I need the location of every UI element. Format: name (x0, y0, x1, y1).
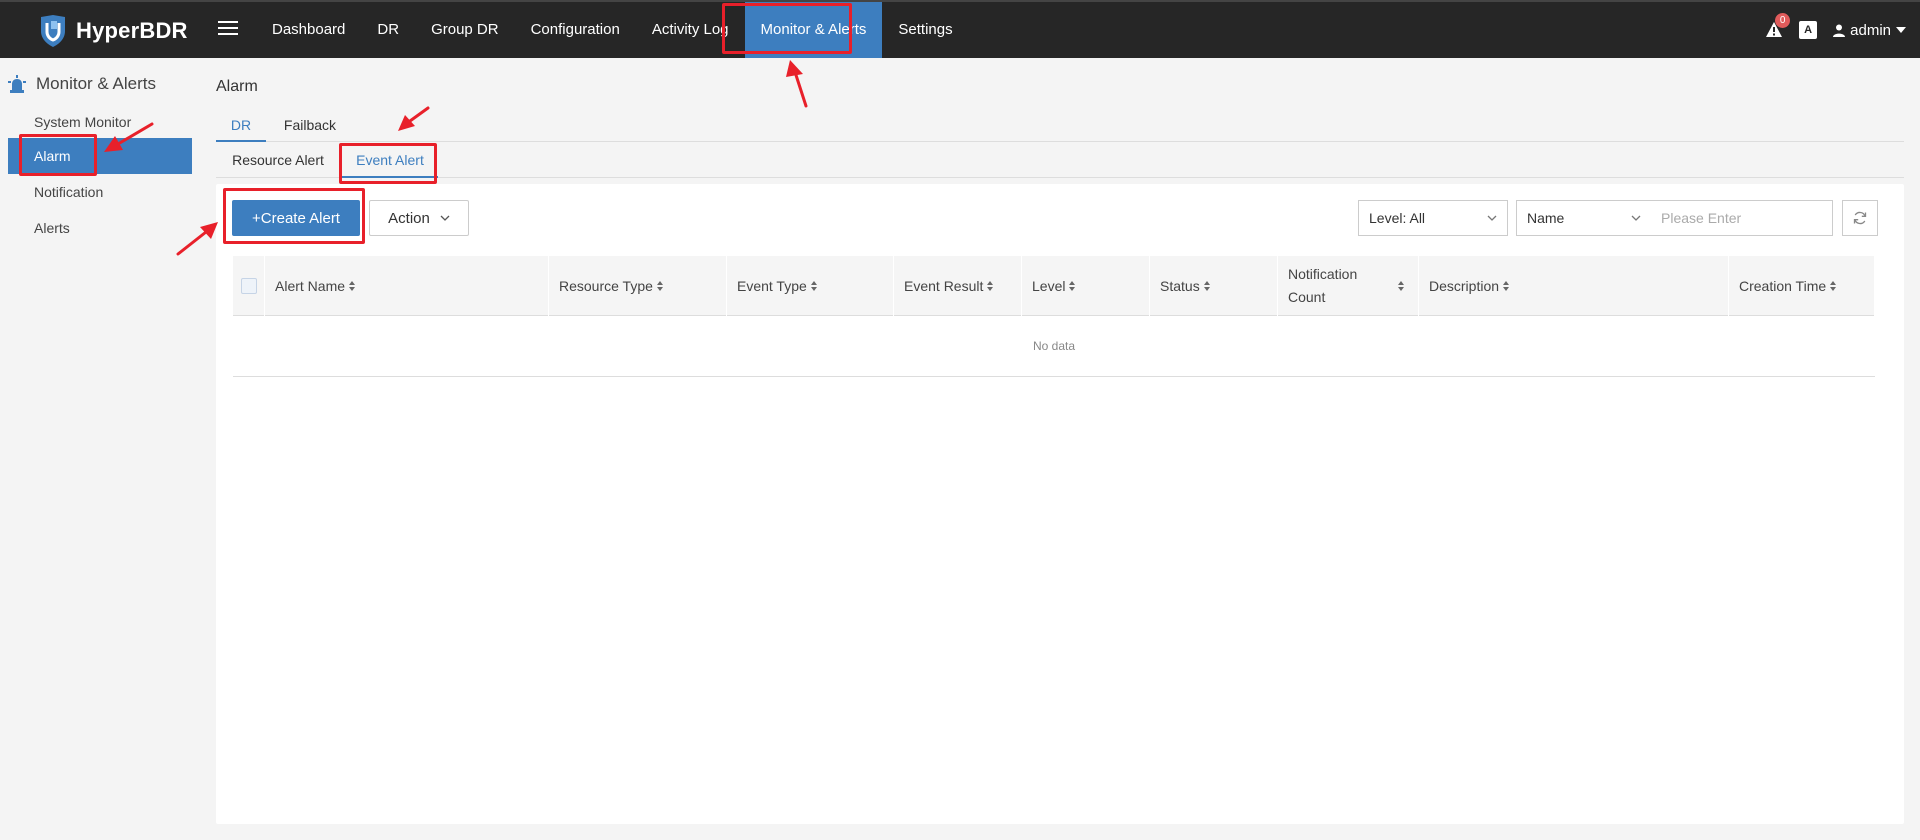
language-icon[interactable]: A (1799, 21, 1818, 39)
sort-icon (810, 281, 817, 291)
sidebar-item-alarm[interactable]: Alarm (8, 138, 192, 174)
tab-event-alert[interactable]: Event Alert (342, 148, 438, 178)
column-label: Event Result (904, 277, 984, 294)
column-level[interactable]: Level (1022, 256, 1150, 316)
level-filter-select[interactable]: Level: All (1358, 200, 1508, 236)
refresh-button[interactable] (1842, 200, 1878, 236)
sort-icon (1398, 281, 1404, 291)
user-icon (1833, 24, 1846, 37)
column-notification-count[interactable]: Notification Count (1278, 256, 1419, 316)
column-description[interactable]: Description (1419, 256, 1729, 316)
column-event-result[interactable]: Event Result (894, 256, 1022, 316)
refresh-icon (1853, 211, 1867, 225)
tab-failback[interactable]: Failback (274, 114, 346, 142)
sidebar: Monitor & Alerts System Monitor Alarm No… (0, 58, 200, 840)
sort-icon (1503, 281, 1510, 291)
page-title: Alarm (216, 78, 258, 95)
column-resource-type[interactable]: Resource Type (549, 256, 727, 316)
column-alert-name[interactable]: Alert Name (265, 256, 549, 316)
sort-icon (987, 281, 994, 291)
alert-bell[interactable]: 0 (1765, 13, 1791, 39)
column-label: Status (1160, 277, 1200, 294)
sort-icon (656, 281, 663, 291)
column-label: Notification Count (1288, 266, 1358, 305)
app-name: HyperBDR (76, 18, 188, 43)
search-field-value: Name (1527, 210, 1565, 226)
column-label: Level (1032, 277, 1066, 294)
chevron-down-icon (1631, 215, 1641, 221)
tab-dr[interactable]: DR (216, 114, 266, 142)
level-filter-value: Level: All (1369, 210, 1426, 226)
caret-down-icon (1896, 27, 1906, 33)
alert-count-badge: 0 (1775, 13, 1791, 28)
action-label: Action (388, 209, 430, 227)
column-event-type[interactable]: Event Type (727, 256, 894, 316)
content-panel: +Create Alert Action Level: All Name Ale… (216, 184, 1904, 824)
sidebar-item-system-monitor[interactable]: System Monitor (8, 104, 192, 140)
alerts-table: Alert Name Resource Type Event Type Even… (233, 256, 1875, 377)
primary-tabs: DR Failback (216, 114, 1904, 142)
column-label: Resource Type (559, 277, 653, 294)
top-navigation-bar: HyperBDR Dashboard DR Group DR Configura… (0, 0, 1920, 58)
nav-activity-log[interactable]: Activity Log (636, 2, 745, 58)
alarm-siren-icon (8, 75, 26, 93)
sort-icon (1830, 281, 1837, 291)
select-all-cell (233, 256, 265, 316)
select-all-checkbox[interactable] (241, 278, 257, 294)
table-header: Alert Name Resource Type Event Type Even… (233, 256, 1875, 316)
sidebar-item-alerts[interactable]: Alerts (8, 210, 192, 246)
chevron-down-icon (440, 215, 450, 221)
search-field-select[interactable]: Name (1516, 200, 1652, 236)
main-nav: Dashboard DR Group DR Configuration Acti… (256, 2, 969, 58)
column-label: Event Type (737, 277, 807, 294)
nav-dashboard[interactable]: Dashboard (256, 2, 361, 58)
column-status[interactable]: Status (1150, 256, 1278, 316)
column-label: Alert Name (275, 277, 346, 294)
user-menu[interactable]: admin (1833, 22, 1906, 39)
user-name: admin (1850, 21, 1891, 39)
column-label: Creation Time (1739, 277, 1827, 294)
search-input[interactable] (1651, 200, 1833, 236)
app-logo[interactable]: HyperBDR (38, 14, 188, 48)
nav-settings[interactable]: Settings (882, 2, 968, 58)
secondary-tabs: Resource Alert Event Alert (216, 148, 1904, 178)
create-alert-label: +Create Alert (252, 209, 340, 227)
header-actions: 0 A admin (1765, 2, 1906, 58)
sidebar-item-notification[interactable]: Notification (8, 174, 192, 210)
sort-icon (349, 281, 356, 291)
action-dropdown[interactable]: Action (369, 200, 469, 236)
sidebar-title: Monitor & Alerts (8, 74, 156, 94)
tab-resource-alert[interactable]: Resource Alert (216, 148, 340, 178)
menu-toggle-icon[interactable] (218, 18, 238, 38)
sidebar-title-label: Monitor & Alerts (36, 74, 156, 93)
empty-table-message: No data (233, 316, 1875, 377)
column-label: Description (1429, 277, 1500, 294)
nav-configuration[interactable]: Configuration (515, 2, 636, 58)
shield-logo-icon (41, 15, 65, 47)
nav-monitor-alerts[interactable]: Monitor & Alerts (744, 2, 883, 58)
sort-icon (1069, 281, 1076, 291)
arrow-to-nav (793, 70, 808, 108)
nav-group-dr[interactable]: Group DR (415, 2, 515, 58)
create-alert-button[interactable]: +Create Alert (232, 200, 360, 236)
sort-icon (1203, 281, 1210, 291)
chevron-down-icon (1487, 215, 1497, 221)
nav-dr[interactable]: DR (361, 2, 415, 58)
column-creation-time[interactable]: Creation Time (1729, 256, 1875, 316)
